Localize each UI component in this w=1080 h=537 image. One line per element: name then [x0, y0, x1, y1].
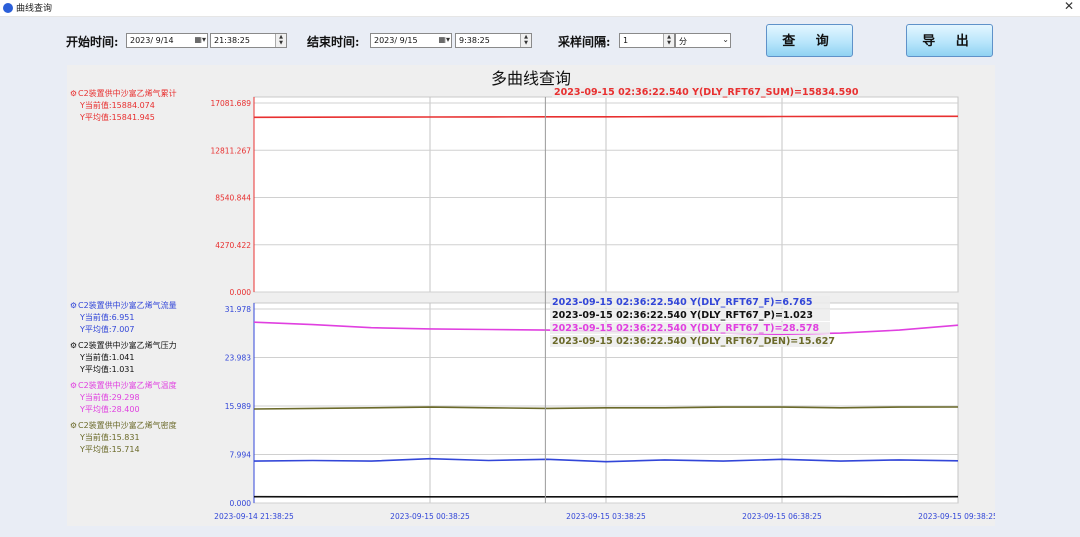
- start-date-value: 2023/ 9/14: [130, 36, 174, 45]
- window-titlebar: 曲线查询 ✕: [0, 0, 1080, 17]
- lower-tooltip-text: 2023-09-15 02:36:22.540 Y(DLY_RFT67_P)=1…: [552, 310, 813, 321]
- chevron-down-icon: ⌄: [722, 35, 729, 44]
- interval-value: 1: [623, 36, 629, 45]
- lower-chart-y-tick-label: 23.983: [225, 354, 251, 363]
- window-title: 曲线查询: [16, 4, 53, 14]
- calendar-dropdown-icon[interactable]: ▦▾: [194, 35, 206, 44]
- end-time-value: 9:38:25: [459, 36, 490, 45]
- x-tick-label: 2023-09-15 06:38:25: [742, 512, 822, 521]
- upper-chart-y-tick-label: 0.000: [230, 288, 252, 297]
- upper-chart-y-tick-label: 4270.422: [215, 241, 251, 250]
- upper-chart-y-tick-label: 8540.844: [215, 194, 251, 203]
- x-tick-label: 2023-09-14 21:38:25: [214, 512, 294, 521]
- end-date-picker[interactable]: 2023/ 9/15 ▦▾: [370, 33, 452, 48]
- chart-panel: 多曲线查询 ⚙C2装置供中沙富乙烯气累计 Y当前值:15884.074 Y平均值:1…: [67, 65, 995, 526]
- upper-tooltip-text: 2023-09-15 02:36:22.540 Y(DLY_RFT67_SUM)…: [554, 87, 859, 98]
- query-button[interactable]: 查 询: [766, 24, 853, 57]
- close-icon[interactable]: ✕: [1064, 0, 1074, 13]
- chart-canvas[interactable]: 17081.689 12811.267 8540.844 4270.422 0.000 3…: [67, 65, 995, 526]
- end-date-value: 2023/ 9/15: [374, 36, 418, 45]
- lower-tooltip-text: 2023-09-15 02:36:22.540 Y(DLY_RFT67_DEN)…: [552, 336, 835, 347]
- export-button[interactable]: 导 出: [906, 24, 993, 57]
- x-tick-label: 2023-09-15 09:38:25: [918, 512, 995, 521]
- lower-chart-y-tick-label: 31.978: [225, 305, 251, 314]
- interval-input[interactable]: 1 ▲ ▼: [619, 33, 675, 48]
- lower-chart-y-tick-label: 7.994: [230, 451, 252, 460]
- calendar-dropdown-icon[interactable]: ▦▾: [438, 35, 450, 44]
- app-icon: [3, 3, 13, 13]
- upper-chart-y-tick-label: 17081.689: [210, 99, 251, 108]
- lower-tooltip-text: 2023-09-15 02:36:22.540 Y(DLY_RFT67_F)=6…: [552, 297, 813, 308]
- upper-chart-y-tick-label: 12811.267: [210, 146, 251, 155]
- end-time-spinner[interactable]: ▲ ▼: [520, 34, 531, 47]
- start-time-spinner[interactable]: ▲ ▼: [275, 34, 286, 47]
- start-time-label: 开始时间:: [66, 35, 119, 49]
- main-client-area: 开始时间: 2023/ 9/14 ▦▾ 21:38:25 ▲ ▼ 结束时间: 20…: [0, 17, 1080, 537]
- interval-unit-select[interactable]: 分 ⌄: [675, 33, 731, 48]
- end-time-field[interactable]: 9:38:25 ▲ ▼: [455, 33, 532, 48]
- start-time-field[interactable]: 21:38:25 ▲ ▼: [210, 33, 287, 48]
- lower-tooltip-text: 2023-09-15 02:36:22.540 Y(DLY_RFT67_T)=2…: [552, 323, 819, 334]
- lower-chart-y-tick-label: 0.000: [230, 499, 252, 508]
- interval-unit-value: 分: [679, 37, 687, 46]
- x-tick-label: 2023-09-15 03:38:25: [566, 512, 646, 521]
- interval-label: 采样间隔:: [558, 35, 611, 49]
- interval-spinner[interactable]: ▲ ▼: [663, 34, 674, 47]
- start-date-picker[interactable]: 2023/ 9/14 ▦▾: [126, 33, 208, 48]
- start-time-value: 21:38:25: [214, 36, 250, 45]
- lower-chart-y-tick-label: 15.989: [225, 402, 251, 411]
- upper-chart-series-line: [253, 115, 958, 119]
- end-time-label: 结束时间:: [307, 35, 360, 49]
- x-tick-label: 2023-09-15 00:38:25: [390, 512, 470, 521]
